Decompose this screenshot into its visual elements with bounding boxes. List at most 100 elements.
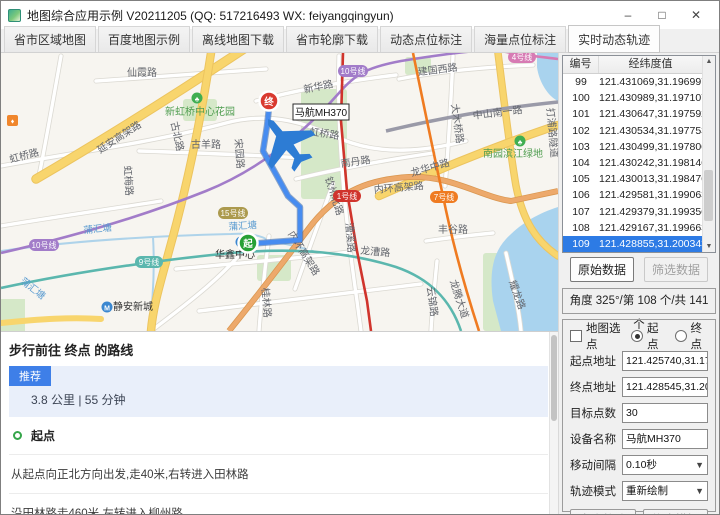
chevron-down-icon: ▼ — [695, 460, 704, 470]
close-button[interactable]: ✕ — [679, 5, 713, 25]
start-point-radio[interactable] — [631, 330, 643, 342]
table-row[interactable]: 103121.430499,31.197806 — [563, 139, 702, 155]
table-row[interactable]: 102121.430534,31.197753 — [563, 123, 702, 139]
end-point-radio[interactable] — [675, 330, 687, 342]
svg-text:终: 终 — [263, 96, 274, 108]
recommended-badge[interactable]: 推荐 — [9, 366, 51, 386]
device-label: 马航MH370 — [293, 104, 349, 120]
route-scrollbar-thumb[interactable] — [551, 335, 557, 421]
track-mode-label: 轨迹模式 — [570, 483, 618, 499]
coordinates-table: 编号 经纬度值 99121.431069,31.196997 100121.43… — [562, 55, 716, 253]
svg-text:1号线: 1号线 — [337, 191, 357, 201]
minimize-button[interactable]: – — [611, 5, 645, 25]
svg-text:10号线: 10号线 — [32, 240, 57, 250]
svg-text:古羊路: 古羊路 — [191, 138, 221, 151]
device-name-row: 设备名称 马航MH370 — [570, 428, 708, 449]
start-address-label: 起点地址 — [570, 353, 618, 369]
svg-text:新虹桥中心花园: 新虹桥中心花园 — [165, 105, 235, 118]
query-track-button[interactable]: 查询轨迹 — [570, 509, 636, 515]
filtered-data-button[interactable]: 筛选数据 — [644, 257, 708, 282]
control-panel: 编号 经纬度值 99121.431069,31.196997 100121.43… — [558, 53, 719, 514]
table-row[interactable]: 108121.429167,31.199663 — [563, 220, 702, 236]
tab-offline-map-download[interactable]: 离线地图下载 — [192, 26, 284, 52]
svg-text:7号线: 7号线 — [434, 192, 454, 202]
move-interval-row: 移动间隔 0.10秒 ▼ — [570, 454, 708, 475]
svg-text:丰谷路: 丰谷路 — [438, 223, 468, 236]
point-pick-row: 地图选点 起点 终点 — [570, 327, 708, 345]
move-interval-label: 移动间隔 — [570, 457, 618, 473]
tab-dynamic-point-label[interactable]: 动态点位标注 — [380, 26, 472, 52]
svg-text:仙霞路: 仙霞路 — [127, 66, 157, 79]
table-row[interactable]: 105121.430013,31.198476 — [563, 171, 702, 187]
end-marker: 终 — [260, 92, 279, 111]
scroll-down-icon[interactable]: ▼ — [703, 243, 715, 250]
column-header-value[interactable]: 经纬度值 — [599, 56, 702, 73]
window-controls: – □ ✕ — [611, 5, 713, 25]
tab-province-region-map[interactable]: 省市区域地图 — [4, 26, 96, 52]
svg-text:南园滨江绿地: 南园滨江绿地 — [483, 147, 543, 160]
table-row[interactable]: 107121.429379,31.199356 — [563, 204, 702, 220]
tab-baidu-map-demo[interactable]: 百度地图示例 — [98, 26, 190, 52]
start-address-input[interactable]: 121.425740,31.176567 — [622, 351, 708, 371]
start-marker: 起 — [239, 234, 258, 253]
move-interval-select[interactable]: 0.10秒 ▼ — [622, 455, 708, 475]
tab-realtime-track[interactable]: 实时动态轨迹 — [568, 25, 660, 53]
device-name-label: 设备名称 — [570, 431, 618, 447]
track-mode-select[interactable]: 重新绘制 ▼ — [622, 481, 708, 501]
scroll-up-icon[interactable]: ▲ — [703, 58, 715, 65]
tab-province-outline-download[interactable]: 省市轮廓下载 — [286, 26, 378, 52]
route-step[interactable]: 从起点向正北方向出发,走40米,右转进入田林路 — [9, 454, 548, 493]
svg-text:15号线: 15号线 — [221, 208, 246, 218]
route-panel: 步行前往 终点 的路线 推荐 3.8 公里 | 55 分钟 起点 从起点向正北方… — [1, 331, 558, 514]
route-summary: 3.8 公里 | 55 分钟 — [31, 391, 548, 408]
svg-text:4号线: 4号线 — [512, 53, 532, 62]
device-name-input[interactable]: 马航MH370 — [622, 429, 708, 449]
table-scrollbar-thumb[interactable] — [704, 170, 713, 221]
end-address-label: 终点地址 — [570, 379, 618, 395]
app-window: 地图综合应用示例 V20211205 (QQ: 517216493 WX: fe… — [0, 0, 720, 515]
end-point-radio-label: 终点 — [691, 320, 709, 352]
route-summary-block: 推荐 3.8 公里 | 55 分钟 — [9, 366, 548, 417]
angle-info: 角度 325°/第 108 个/共 141 个 — [562, 288, 716, 314]
track-form: 地图选点 起点 终点 起点地址 121.425740,31.176567 终点地… — [562, 319, 716, 512]
track-mode-row: 轨迹模式 重新绘制 ▼ — [570, 480, 708, 501]
svg-text:静安新城: 静安新城 — [113, 300, 153, 313]
tab-bar: 省市区域地图 百度地图示例 离线地图下载 省市轮廓下载 动态点位标注 海量点位标… — [1, 29, 719, 53]
chevron-down-icon: ▼ — [695, 486, 704, 496]
svg-text:♣: ♣ — [518, 140, 523, 147]
table-row[interactable]: 101121.430647,31.197592 — [563, 106, 702, 122]
route-scrollbar[interactable] — [549, 332, 558, 514]
baidu-map[interactable]: 仙霞路 延安高架路 古北路 古羊路 虹桥路 虹桥路 新华路 南丹路 宋园路 虹梅… — [1, 53, 558, 331]
table-row[interactable]: 99121.431069,31.196997 — [563, 74, 702, 90]
route-step[interactable]: 沿田林路走460米,左转进入柳州路 — [9, 493, 548, 514]
start-address-row: 起点地址 121.425740,31.176567 — [570, 350, 708, 371]
route-start-row: 起点 — [9, 427, 558, 444]
table-body: 99121.431069,31.196997 100121.430989,31.… — [563, 74, 702, 252]
target-count-row: 目标点数 30 — [570, 402, 708, 423]
table-row[interactable]: 104121.430242,31.198146 — [563, 155, 702, 171]
map-pick-label: 地图选点 — [586, 320, 621, 352]
start-point-icon — [13, 431, 22, 440]
svg-text:马航MH370: 马航MH370 — [295, 106, 348, 119]
tab-mass-point-label[interactable]: 海量点位标注 — [474, 26, 566, 52]
start-point-radio-label: 起点 — [647, 320, 665, 352]
table-header: 编号 经纬度值 — [563, 56, 702, 74]
data-mode-buttons: 原始数据 筛选数据 — [562, 257, 716, 282]
raw-data-button[interactable]: 原始数据 — [570, 257, 634, 282]
maximize-button[interactable]: □ — [645, 5, 679, 25]
svg-text:10号线: 10号线 — [341, 66, 366, 76]
svg-text:蒲汇塘: 蒲汇塘 — [228, 219, 258, 233]
svg-text:9号线: 9号线 — [139, 257, 159, 267]
map-pick-checkbox[interactable] — [570, 330, 582, 342]
table-row[interactable]: 100121.430989,31.197107 — [563, 90, 702, 106]
table-row[interactable]: 106121.429581,31.199063 — [563, 187, 702, 203]
map-canvas: 仙霞路 延安高架路 古北路 古羊路 虹桥路 虹桥路 新华路 南丹路 宋园路 虹梅… — [1, 53, 558, 331]
stop-simulation-button[interactable]: 停止模拟 — [643, 509, 709, 515]
target-count-input[interactable]: 30 — [622, 403, 708, 423]
table-row-selected[interactable]: 109121.428855,31.200343 — [563, 236, 702, 252]
end-address-input[interactable]: 121.428545,31.203614 — [622, 377, 708, 397]
svg-text:♣: ♣ — [195, 97, 200, 104]
column-header-id[interactable]: 编号 — [563, 56, 599, 73]
table-scrollbar[interactable]: ▲ ▼ — [702, 56, 715, 252]
window-title: 地图综合应用示例 V20211205 (QQ: 517216493 WX: fe… — [27, 7, 611, 24]
